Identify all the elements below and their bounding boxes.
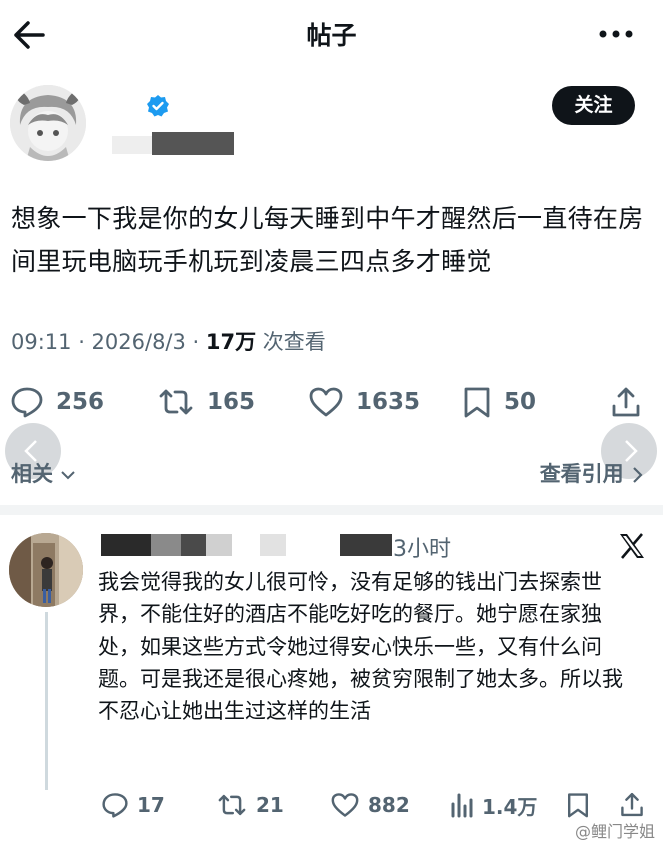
x-logo-icon bbox=[618, 532, 646, 560]
bookmark-icon[interactable] bbox=[566, 792, 590, 818]
post-text: 想象一下我是你的女儿每天睡到中午才醒然后一直待在房间里玩电脑玩手机玩到凌晨三四点… bbox=[11, 204, 644, 276]
reply-text: 我会觉得我的女儿很可怜，没有足够的钱出门去探索世界，不能住好的酒店不能吃好吃的餐… bbox=[98, 570, 623, 724]
retweet-icon bbox=[216, 792, 248, 818]
like-count: 1635 bbox=[356, 389, 421, 415]
reply-icon bbox=[10, 386, 44, 418]
reply-icon bbox=[101, 792, 129, 818]
chevron-down-icon bbox=[60, 469, 76, 481]
redacted-name bbox=[152, 132, 234, 155]
view-quotes-link[interactable]: 查看引用 bbox=[540, 458, 643, 488]
retweet-count: 165 bbox=[207, 389, 256, 415]
redacted-reply-name bbox=[181, 534, 206, 556]
reply-time: 3小时 bbox=[393, 537, 451, 562]
redacted-handle bbox=[112, 136, 152, 154]
reply-view-count: 1.4万 bbox=[482, 794, 538, 819]
redacted-reply-name bbox=[206, 534, 232, 556]
reply-count: 256 bbox=[56, 389, 105, 415]
retweet-icon bbox=[157, 386, 195, 418]
redacted-reply-name bbox=[260, 534, 286, 556]
more-horizontal-icon[interactable] bbox=[597, 22, 635, 46]
reply-views-stat[interactable]: 1.4万 bbox=[450, 790, 537, 820]
view-suffix: 次查看 bbox=[256, 330, 326, 354]
redacted-reply-name bbox=[151, 534, 181, 556]
reply-retweet-count: 21 bbox=[256, 793, 284, 817]
bookmark-stat[interactable]: 50 bbox=[462, 385, 536, 419]
share-icon[interactable] bbox=[611, 386, 641, 418]
thread-line bbox=[45, 612, 48, 790]
page-title: 帖子 bbox=[306, 21, 357, 50]
post-time: 09:11 · 2026/8/3 · bbox=[11, 330, 206, 354]
author-avatar[interactable] bbox=[10, 85, 86, 161]
view-count: 17万 bbox=[205, 330, 257, 354]
reply-stat[interactable]: 256 bbox=[10, 385, 104, 419]
share-icon[interactable] bbox=[620, 791, 644, 818]
related-label: 相关 bbox=[11, 462, 53, 486]
heart-icon bbox=[308, 386, 344, 418]
reply-like-count: 882 bbox=[368, 793, 410, 817]
reply-reply-stat[interactable]: 17 bbox=[101, 790, 165, 820]
section-divider bbox=[0, 505, 663, 515]
follow-button[interactable]: 关注 bbox=[552, 86, 635, 125]
like-stat[interactable]: 1635 bbox=[308, 385, 420, 419]
post-meta: 09:11 · 2026/8/3 · 17万 次查看 bbox=[11, 326, 326, 356]
reply-reply-count: 17 bbox=[137, 793, 165, 817]
bookmark-count: 50 bbox=[504, 389, 537, 415]
redacted-reply-name bbox=[101, 534, 151, 556]
heart-icon bbox=[330, 792, 360, 818]
reply-like-stat[interactable]: 882 bbox=[330, 790, 410, 820]
reply-retweet-stat[interactable]: 21 bbox=[216, 790, 284, 820]
bar-chart-icon bbox=[450, 792, 474, 818]
redacted-reply-handle bbox=[340, 534, 392, 556]
top-bar: 帖子 bbox=[0, 0, 663, 72]
related-menu[interactable]: 相关 bbox=[11, 458, 76, 488]
watermark: @鲤门学姐 bbox=[574, 822, 655, 841]
verified-badge-icon bbox=[146, 94, 170, 118]
bookmark-icon bbox=[462, 386, 492, 418]
view-quotes-label: 查看引用 bbox=[539, 462, 624, 486]
reply-avatar[interactable] bbox=[9, 533, 83, 607]
chevron-right-icon bbox=[631, 466, 643, 484]
retweet-stat[interactable]: 165 bbox=[157, 385, 255, 419]
